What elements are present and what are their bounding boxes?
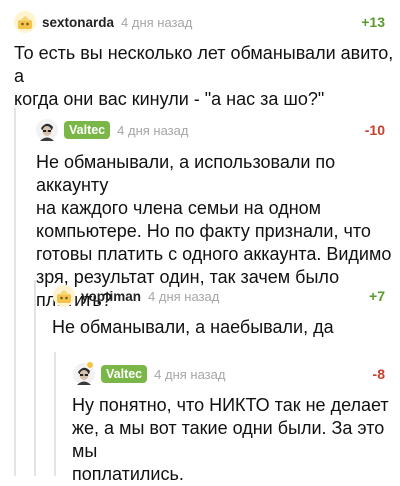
pikabu-default-avatar-icon: [53, 285, 75, 307]
avatar[interactable]: [14, 11, 36, 33]
online-indicator-icon: [86, 361, 94, 369]
comment-text: Не обманывали, а наебывали, да: [52, 317, 334, 337]
portrait-avatar-icon: [36, 119, 58, 141]
comment-time[interactable]: 4 дня назад: [117, 123, 188, 138]
comment-header: yoptiman 4 дня назад: [53, 283, 219, 309]
thread-branch-line-1[interactable]: [14, 108, 16, 476]
comment-header: Valtec 4 дня назад: [36, 117, 188, 143]
comment-header: sextonarda 4 дня назад: [14, 9, 192, 35]
avatar[interactable]: [73, 361, 95, 385]
comment-header: Valtec 4 дня назад: [73, 361, 225, 387]
comment-rating[interactable]: -10: [365, 122, 385, 138]
comment-rating[interactable]: +7: [369, 288, 385, 304]
avatar[interactable]: [53, 285, 75, 307]
comment-text: Ну понятно, что НИКТО так не делает же, …: [72, 395, 389, 484]
thread-branch-line-3[interactable]: [54, 352, 56, 476]
comment-time[interactable]: 4 дня назад: [154, 367, 225, 382]
comment-time[interactable]: 4 дня назад: [121, 15, 192, 30]
avatar[interactable]: [36, 119, 58, 141]
comment-rating[interactable]: -8: [373, 366, 385, 382]
comment-author[interactable]: Valtec: [101, 365, 148, 383]
pikabu-default-avatar-icon: [14, 11, 36, 33]
comment-author[interactable]: Valtec: [64, 121, 111, 139]
comment-rating[interactable]: +13: [361, 14, 385, 30]
comment-text: То есть вы несколько лет обманывали авит…: [14, 43, 394, 109]
comment-time[interactable]: 4 дня назад: [148, 289, 219, 304]
comment-author[interactable]: yoptiman: [81, 289, 141, 304]
comment-author[interactable]: sextonarda: [42, 15, 114, 30]
